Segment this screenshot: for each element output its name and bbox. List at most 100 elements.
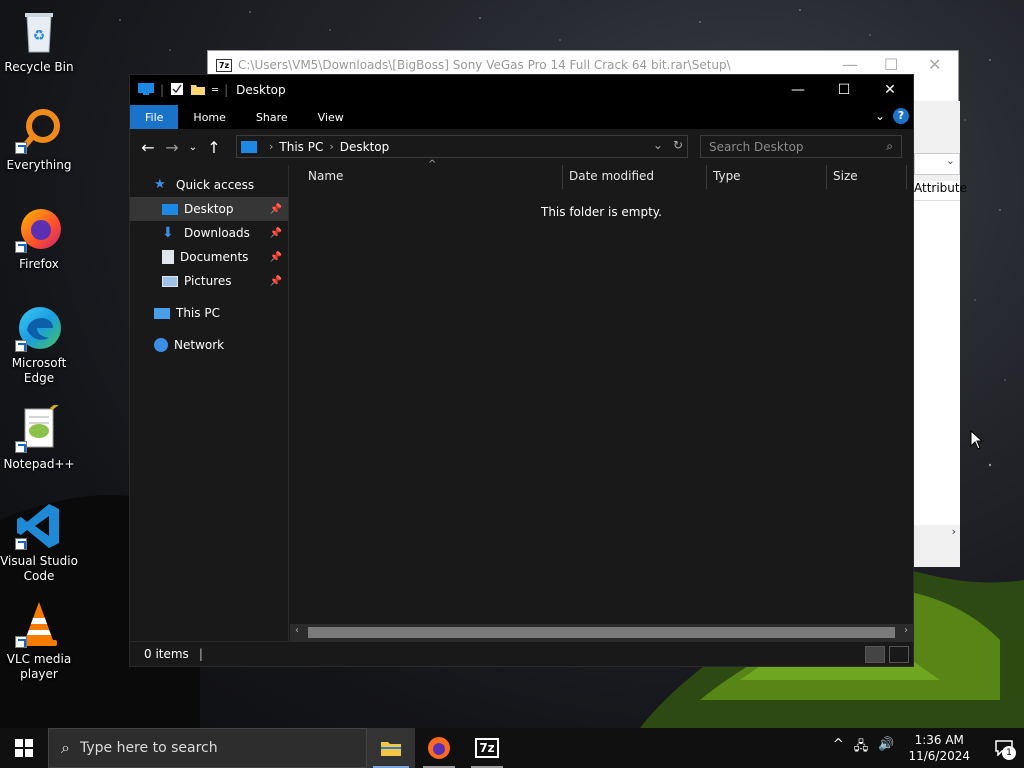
address-dropdown-icon[interactable]: ⌄ — [653, 138, 663, 152]
breadcrumb-this-pc[interactable]: This PC — [279, 140, 323, 154]
7zip-address-dropdown[interactable]: ⌄ — [914, 153, 960, 175]
clock-time: 1:36 AM — [914, 733, 964, 747]
computer-icon — [154, 307, 170, 319]
pin-icon[interactable]: 📌 — [270, 228, 282, 239]
nav-label: Quick access — [176, 178, 255, 192]
search-icon[interactable]: ⌕ — [886, 139, 893, 154]
shortcut-arrow-icon — [15, 241, 27, 253]
close-icon[interactable]: ✕ — [867, 75, 913, 105]
breadcrumb-chevron-icon[interactable]: › — [329, 140, 333, 153]
properties-icon[interactable] — [170, 82, 184, 99]
breadcrumb-desktop[interactable]: Desktop — [340, 140, 390, 154]
nav-label: This PC — [176, 306, 220, 320]
search-placeholder: Type here to search — [79, 740, 218, 756]
pin-icon[interactable]: 📌 — [270, 252, 282, 263]
refresh-icon[interactable]: ↻ — [673, 138, 683, 152]
explorer-titlebar[interactable]: | ═ | Desktop — ☐ ✕ — [130, 75, 913, 105]
status-bar: 0 items | — [130, 641, 913, 666]
taskbar-7zip[interactable]: 7z — [463, 728, 511, 768]
desktop-icon-vlc[interactable]: VLC media player — [0, 600, 78, 682]
tab-home[interactable]: Home — [178, 105, 240, 129]
address-bar[interactable]: › This PC › Desktop ⌄ ↻ — [236, 135, 688, 158]
action-center-button[interactable]: 1 — [984, 728, 1024, 768]
nav-downloads[interactable]: ⬇ Downloads 📌 — [130, 221, 288, 245]
computer-icon — [138, 82, 154, 99]
recent-locations-chevron-icon[interactable]: ⌄ — [184, 142, 202, 153]
maximize-icon[interactable]: ☐ — [821, 75, 867, 105]
minimize-icon[interactable]: — — [842, 55, 858, 74]
forward-arrow-icon[interactable]: → — [160, 138, 184, 157]
desktop-icon-edge[interactable]: Microsoft Edge — [0, 304, 78, 386]
search-input[interactable]: Search Desktop ⌕ — [700, 135, 902, 158]
customize-quick-access-icon[interactable]: ═ — [212, 85, 218, 96]
column-type[interactable]: Type — [713, 169, 741, 183]
vscode-icon — [15, 502, 63, 550]
column-name[interactable]: Name — [308, 169, 343, 183]
7zip-file-list[interactable] — [914, 201, 960, 525]
close-icon[interactable]: ✕ — [928, 55, 941, 74]
nav-this-pc[interactable]: This PC — [130, 301, 288, 325]
nav-network[interactable]: Network — [130, 333, 288, 357]
taskbar-search-box[interactable]: ⌕ Type here to search — [48, 728, 367, 768]
separator: | — [160, 83, 165, 97]
breadcrumb-chevron-icon[interactable]: › — [269, 140, 273, 153]
taskbar-firefox[interactable] — [415, 728, 463, 768]
desktop-icon-everything[interactable]: Everything — [0, 106, 78, 173]
firefox-icon — [15, 205, 63, 253]
column-divider[interactable] — [826, 165, 827, 189]
details-view-icon[interactable] — [865, 646, 885, 663]
scrollbar-thumb[interactable] — [308, 627, 895, 638]
shortcut-arrow-icon — [15, 142, 27, 154]
taskbar-file-explorer[interactable] — [367, 728, 415, 768]
nav-pictures[interactable]: Pictures 📌 — [130, 269, 288, 293]
taskbar-clock[interactable]: 1:36 AM 11/6/2024 — [908, 732, 970, 764]
nav-quick-access[interactable]: ★ Quick access — [130, 173, 288, 197]
minimize-icon[interactable]: — — [775, 75, 821, 105]
file-list[interactable]: Name ^ Date modified Type Size This fold… — [290, 159, 913, 641]
scroll-left-icon[interactable]: ‹ — [295, 625, 299, 636]
taskbar: ⌕ Type here to search 7z ^ 🖧 🔊 1:36 AM 1… — [0, 728, 1024, 768]
help-icon[interactable]: ? — [893, 108, 909, 124]
maximize-icon[interactable]: ☐ — [884, 55, 898, 74]
pin-icon[interactable]: 📌 — [270, 276, 282, 287]
scroll-right-icon[interactable]: › — [904, 625, 908, 636]
file-explorer-window[interactable]: | ═ | Desktop — ☐ ✕ File Home Share View… — [129, 74, 914, 667]
desktop-folder-icon — [162, 203, 178, 215]
network-status-icon[interactable]: 🖧 — [854, 737, 869, 759]
desktop-icon-vscode[interactable]: Visual Studio Code — [0, 502, 78, 584]
column-divider[interactable] — [906, 165, 907, 189]
new-folder-icon[interactable] — [190, 82, 206, 99]
nav-label: Documents — [180, 250, 249, 264]
7zip-icon: 7z — [475, 738, 499, 758]
start-button[interactable] — [0, 728, 48, 768]
desktop-icon-recycle-bin[interactable]: ♻ Recycle Bin — [0, 8, 78, 75]
column-divider[interactable] — [562, 165, 563, 189]
expand-ribbon-icon[interactable]: ⌄ — [875, 109, 885, 123]
7zip-scroll-right-icon[interactable]: › — [914, 525, 960, 541]
svg-text:♻: ♻ — [33, 28, 46, 44]
shortcut-arrow-icon — [15, 636, 27, 648]
nav-documents[interactable]: Documents 📌 — [130, 245, 288, 269]
back-arrow-icon[interactable]: ← — [136, 138, 160, 157]
large-icons-view-icon[interactable] — [889, 646, 909, 663]
pictures-icon — [162, 275, 178, 287]
nav-label: Pictures — [184, 274, 232, 288]
7zip-column-attributes[interactable]: Attribute — [914, 181, 967, 201]
column-size[interactable]: Size — [833, 169, 858, 183]
horizontal-scrollbar[interactable]: ‹ › — [290, 624, 913, 641]
edge-icon — [15, 304, 63, 352]
nav-desktop[interactable]: Desktop 📌 — [130, 197, 288, 221]
desktop-icon-notepad-plus-plus[interactable]: Notepad++ — [0, 401, 78, 472]
pin-icon[interactable]: 📌 — [270, 204, 282, 215]
volume-icon[interactable]: 🔊 — [878, 737, 894, 759]
column-divider[interactable] — [706, 165, 707, 189]
tab-share[interactable]: Share — [241, 105, 303, 129]
up-arrow-icon[interactable]: ↑ — [202, 138, 226, 157]
show-hidden-icons-chevron-icon[interactable]: ^ — [833, 737, 844, 759]
ribbon-tabs: File Home Share View ⌄ ? — [130, 105, 913, 129]
tab-view[interactable]: View — [303, 105, 359, 129]
column-date-modified[interactable]: Date modified — [569, 169, 654, 183]
nav-label: Downloads — [184, 226, 250, 240]
desktop-icon-firefox[interactable]: Firefox — [0, 205, 78, 272]
tab-file[interactable]: File — [130, 105, 179, 129]
